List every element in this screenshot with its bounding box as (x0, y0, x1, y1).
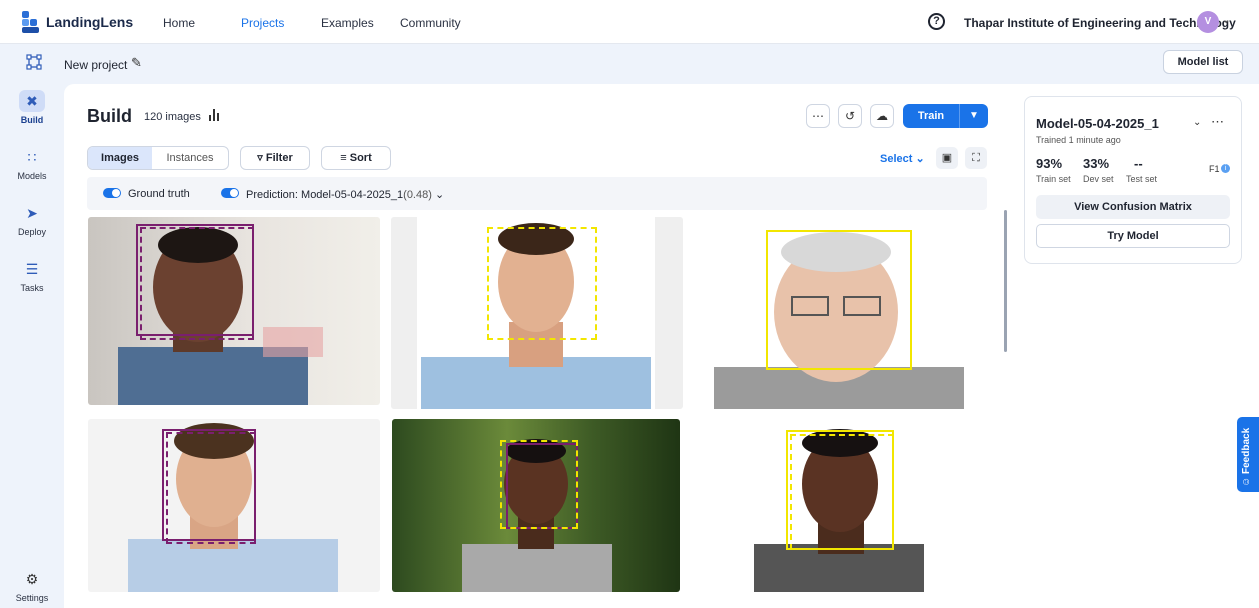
rail-label-models: Models (17, 171, 47, 181)
rail-label-tasks: Tasks (20, 283, 44, 293)
sort-button[interactable]: ≡ Sort (321, 146, 391, 170)
chevron-down-icon[interactable]: ⌄ (1222, 15, 1230, 26)
nav-examples[interactable]: Examples (321, 16, 374, 30)
train-set-metric: 93% (1036, 156, 1063, 171)
bar-chart-icon[interactable] (209, 109, 221, 121)
rocket-icon: ➤ (26, 205, 38, 221)
top-navigation: LandingLens Home Projects Examples Commu… (0, 0, 1259, 44)
feedback-tab[interactable]: ☺ Feedback (1237, 417, 1259, 492)
overlay-toggle-bar: Ground truth Prediction: Model-05-04-202… (87, 177, 987, 210)
image-tile[interactable] (391, 217, 683, 409)
test-set-metric: -- (1134, 156, 1143, 171)
filter-label: Filter (265, 152, 293, 164)
focus-icon[interactable]: ▣ (936, 147, 958, 169)
rail-item-deploy[interactable]: ➤ Deploy (0, 202, 64, 237)
filter-button[interactable]: ▿ Filter (240, 146, 310, 170)
ground-truth-label: Ground truth (128, 188, 190, 200)
prediction-toggle[interactable] (221, 188, 239, 198)
more-options-icon[interactable]: ⋯ (806, 104, 830, 128)
rail-item-settings[interactable]: ⚙ Settings (0, 568, 64, 603)
rail-item-build[interactable]: ✖ Build (0, 90, 64, 125)
rail-item-models[interactable]: ∷ Models (0, 146, 64, 181)
tab-instances[interactable]: Instances (152, 147, 228, 169)
ground-truth-toggle[interactable] (103, 188, 121, 198)
image-tile[interactable] (694, 419, 984, 592)
chevron-down-icon[interactable]: ⌄ (1193, 117, 1201, 128)
rail-label-build: Build (20, 115, 44, 125)
sort-icon: ≡ (340, 152, 347, 164)
pencil-icon[interactable]: ✎ (131, 55, 142, 71)
select-dropdown[interactable]: Select ⌄ (880, 152, 925, 165)
nav-projects[interactable]: Projects (241, 16, 284, 30)
sort-label: Sort (349, 152, 372, 164)
metric-name: F1 (1209, 164, 1220, 174)
rail-item-tasks[interactable]: ☰ Tasks (0, 258, 64, 293)
image-tile[interactable] (694, 217, 984, 409)
train-set-label: Train set (1036, 174, 1071, 184)
avatar[interactable]: V (1197, 11, 1219, 33)
more-options-icon[interactable]: ⋯ (1211, 114, 1224, 130)
rail-label-settings: Settings (15, 593, 49, 603)
prediction-box (487, 227, 597, 340)
dev-set-metric: 33% (1083, 156, 1110, 171)
filter-icon: ▿ (257, 152, 263, 164)
gear-icon: ⚙ (25, 571, 39, 587)
prediction-box (166, 432, 256, 544)
network-icon: ∷ (27, 149, 37, 165)
try-model-button[interactable]: Try Model (1036, 224, 1230, 248)
prediction-threshold: (0.48) (403, 189, 432, 201)
train-button[interactable]: Train ▼ (903, 104, 988, 128)
brand-name: LandingLens (46, 14, 134, 30)
feedback-icon: ☺ (1241, 476, 1252, 487)
image-tile[interactable] (88, 419, 380, 592)
select-label: Select (880, 153, 913, 165)
cloud-upload-icon[interactable]: ☁ (870, 104, 894, 128)
model-name: Model-05-04-2025_1 (1036, 116, 1159, 131)
help-icon[interactable]: ? (928, 13, 945, 30)
prediction-box (140, 227, 254, 340)
organization-name[interactable]: Thapar Institute of Engineering and Tech… (964, 16, 1236, 30)
tab-images[interactable]: Images (88, 147, 152, 169)
test-set-label: Test set (1126, 174, 1158, 184)
rail-label-deploy: Deploy (17, 227, 46, 237)
feedback-label: ☺ Feedback (1241, 428, 1252, 487)
image-tile[interactable] (88, 217, 380, 405)
landinglens-logo-icon (22, 11, 40, 33)
view-confusion-matrix-button[interactable]: View Confusion Matrix (1036, 195, 1230, 219)
prediction-box (500, 440, 578, 529)
object-detection-icon (26, 54, 42, 70)
prediction-box (790, 434, 894, 550)
chevron-down-icon[interactable]: ▼ (960, 104, 988, 128)
model-card[interactable]: Model-05-04-2025_1 ⌄ ⋯ Trained 1 minute … (1024, 96, 1242, 264)
scrollbar[interactable] (1004, 210, 1007, 352)
tools-icon: ✖ (19, 90, 45, 112)
nav-community[interactable]: Community (400, 16, 461, 30)
trained-timestamp: Trained 1 minute ago (1036, 135, 1121, 145)
chevron-down-icon: ⌄ (915, 153, 925, 165)
checklist-icon: ☰ (25, 261, 39, 277)
prediction-label[interactable]: Prediction: Model-05-04-2025_1(0.48) ⌄ (246, 188, 444, 201)
prediction-model-name: Prediction: Model-05-04-2025_1 (246, 189, 404, 201)
ground-truth-box (766, 230, 912, 370)
project-name: New project (64, 58, 128, 72)
chevron-down-icon: ⌄ (434, 189, 445, 201)
feedback-text: Feedback (1241, 427, 1252, 474)
model-list-button[interactable]: Model list (1163, 50, 1243, 74)
model-panel: Model-05-04-2025_1 ⌄ ⋯ Trained 1 minute … (1012, 84, 1259, 608)
brand-logo[interactable]: LandingLens (22, 11, 133, 33)
train-button-label[interactable]: Train (903, 104, 959, 128)
project-bar: New project ✎ Model list (0, 44, 1259, 84)
image-count: 120 images (144, 111, 201, 123)
image-tile[interactable] (392, 419, 680, 592)
dev-set-label: Dev set (1083, 174, 1114, 184)
history-icon[interactable]: ↺ (838, 104, 862, 128)
info-icon[interactable]: i (1221, 164, 1230, 173)
build-panel: Build 120 images ⋯ ↺ ☁ Train ▼ Images In… (64, 84, 1012, 608)
page-title: Build (87, 106, 132, 126)
nav-home[interactable]: Home (163, 16, 195, 30)
view-mode-toggle: Images Instances (87, 146, 229, 170)
expand-icon[interactable]: ⛶ (965, 147, 987, 169)
